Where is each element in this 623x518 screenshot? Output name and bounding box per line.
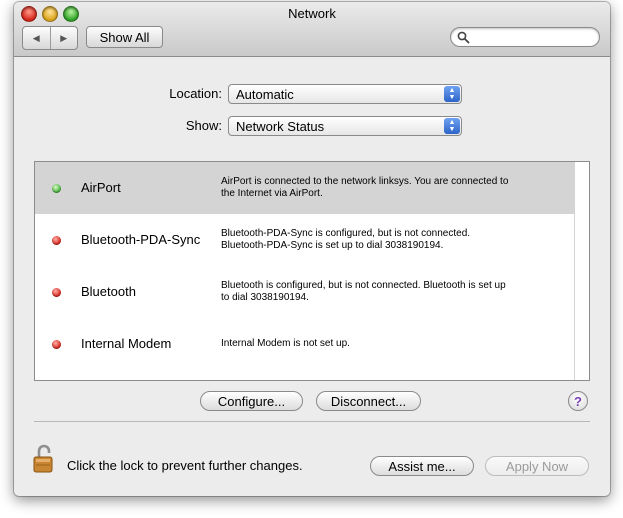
assist-me-button[interactable]: Assist me... — [370, 456, 474, 476]
status-line: to dial 3038190194. — [221, 292, 309, 303]
status-green-icon — [52, 184, 61, 193]
service-name: Bluetooth — [81, 284, 136, 299]
forward-arrow-icon[interactable]: ▶ — [49, 27, 78, 49]
apply-now-button[interactable]: Apply Now — [485, 456, 589, 476]
show-popup[interactable]: Network Status ▲ ▼ — [228, 116, 462, 136]
status-line: Bluetooth-PDA-Sync is set up to dial 303… — [221, 240, 444, 251]
lock-icon[interactable] — [33, 444, 55, 474]
show-value: Network Status — [236, 119, 325, 134]
divider — [34, 421, 590, 422]
search-input[interactable] — [473, 29, 595, 47]
network-preferences-window: Network ◀ ▶ Show All Location: Automatic… — [14, 2, 610, 496]
location-label: Location: — [169, 86, 222, 101]
list-item[interactable]: Internal Modem Internal Modem is not set… — [35, 318, 575, 370]
configure-button[interactable]: Configure... — [200, 391, 303, 411]
status-line: Bluetooth-PDA-Sync is configured, but is… — [221, 228, 471, 239]
title-bar: Network ◀ ▶ Show All — [14, 2, 610, 57]
service-status: Bluetooth is configured, but is not conn… — [221, 280, 561, 304]
help-button[interactable]: ? — [568, 391, 588, 411]
status-line: Internal Modem is not set up. — [221, 338, 350, 349]
service-name: Internal Modem — [81, 336, 172, 351]
status-red-icon — [52, 288, 61, 297]
show-all-button[interactable]: Show All — [86, 26, 163, 48]
status-line: AirPort is connected to the network link… — [221, 176, 509, 187]
network-status-list: AirPort AirPort is connected to the netw… — [34, 161, 590, 381]
list-item[interactable]: Bluetooth-PDA-Sync Bluetooth-PDA-Sync is… — [35, 214, 575, 266]
status-line: Bluetooth is configured, but is not conn… — [221, 280, 506, 291]
search-icon — [457, 31, 470, 44]
back-arrow-icon[interactable]: ◀ — [23, 27, 50, 49]
service-status: Bluetooth-PDA-Sync is configured, but is… — [221, 228, 561, 252]
service-name: AirPort — [81, 180, 121, 195]
location-value: Automatic — [236, 87, 294, 102]
search-field[interactable] — [450, 27, 600, 47]
list-scrollbar[interactable] — [574, 162, 589, 380]
service-status: Internal Modem is not set up. — [221, 338, 561, 350]
service-status: AirPort is connected to the network link… — [221, 176, 561, 200]
list-item[interactable]: Bluetooth Bluetooth is configured, but i… — [35, 266, 575, 318]
lock-message: Click the lock to prevent further change… — [67, 458, 303, 473]
back-forward-control: ◀ ▶ — [22, 26, 78, 50]
show-label: Show: — [185, 118, 222, 133]
window-title: Network — [288, 6, 336, 21]
service-name: Bluetooth-PDA-Sync — [81, 232, 201, 247]
status-line: the Internet via AirPort. — [221, 188, 323, 199]
location-popup[interactable]: Automatic ▲ ▼ — [228, 84, 462, 104]
list-item[interactable]: AirPort AirPort is connected to the netw… — [35, 162, 575, 214]
disconnect-button[interactable]: Disconnect... — [316, 391, 421, 411]
popup-arrows-icon: ▲ ▼ — [444, 118, 460, 134]
popup-arrows-icon: ▲ ▼ — [444, 86, 460, 102]
status-red-icon — [52, 236, 61, 245]
status-red-icon — [52, 340, 61, 349]
